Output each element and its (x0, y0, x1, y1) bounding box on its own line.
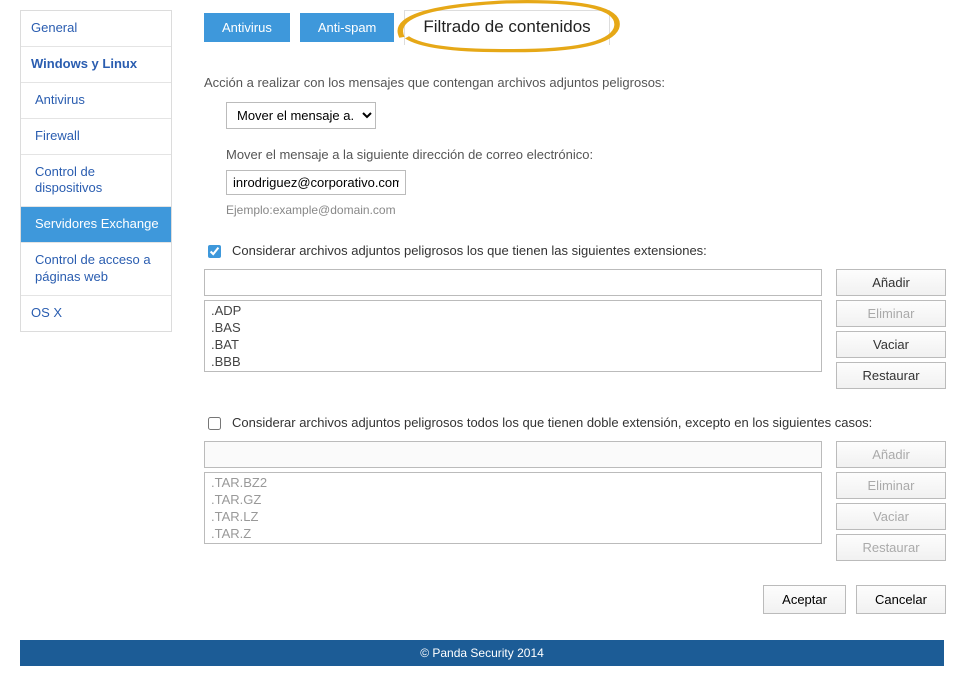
ext-clear-button[interactable]: Vaciar (836, 331, 946, 358)
list-item[interactable]: .BAT (211, 337, 815, 354)
sidebar-item-antivirus[interactable]: Antivirus (21, 83, 171, 119)
sidebar-item-firewall[interactable]: Firewall (21, 119, 171, 155)
double-ext-input[interactable] (204, 441, 822, 468)
tabs-row: Antivirus Anti-spam Filtrado de contenid… (204, 10, 946, 45)
sidebar: General Windows y Linux Antivirus Firewa… (20, 10, 172, 332)
sidebar-item-servidores-exchange[interactable]: Servidores Exchange (21, 207, 171, 243)
ext-add-button[interactable]: Añadir (836, 269, 946, 296)
dangerous-ext-checkbox[interactable] (208, 245, 221, 258)
cancel-button[interactable]: Cancelar (856, 585, 946, 614)
double-ext-label: Considerar archivos adjuntos peligrosos … (232, 415, 872, 430)
list-item[interactable]: .BBB (211, 354, 815, 371)
email-example-label: Ejemplo:example@domain.com (226, 203, 946, 217)
ext-list[interactable]: .ADP .BAS .BAT .BBB .CHM (204, 300, 822, 372)
list-item[interactable]: .ADP (211, 303, 815, 320)
double-ext-restore-button[interactable]: Restaurar (836, 534, 946, 561)
double-ext-checkbox[interactable] (208, 417, 221, 430)
sidebar-item-general[interactable]: General (21, 11, 171, 47)
sidebar-item-control-dispositivos[interactable]: Control de dispositivos (21, 155, 171, 208)
ext-input[interactable] (204, 269, 822, 296)
list-item: .TAR.GZ (211, 492, 815, 509)
double-ext-list[interactable]: .TAR.BZ2 .TAR.GZ .TAR.LZ .TAR.Z (204, 472, 822, 544)
accept-button[interactable]: Aceptar (763, 585, 846, 614)
list-item: .TAR.Z (211, 526, 815, 543)
list-item[interactable]: .BAS (211, 320, 815, 337)
double-ext-remove-button[interactable]: Eliminar (836, 472, 946, 499)
list-item[interactable]: .CHM (211, 371, 815, 372)
footer-copyright: © Panda Security 2014 (20, 640, 944, 666)
email-input[interactable] (226, 170, 406, 195)
move-email-label: Mover el mensaje a la siguiente direcció… (226, 147, 946, 162)
sidebar-item-control-acceso-web[interactable]: Control de acceso a páginas web (21, 243, 171, 296)
sidebar-item-windows-linux[interactable]: Windows y Linux (21, 47, 171, 83)
dangerous-ext-label: Considerar archivos adjuntos peligrosos … (232, 243, 707, 258)
double-ext-clear-button[interactable]: Vaciar (836, 503, 946, 530)
tab-antispam[interactable]: Anti-spam (300, 13, 395, 42)
ext-restore-button[interactable]: Restaurar (836, 362, 946, 389)
list-item: .TAR.BZ2 (211, 475, 815, 492)
tab-filtrado-contenidos[interactable]: Filtrado de contenidos (404, 10, 609, 45)
ext-remove-button[interactable]: Eliminar (836, 300, 946, 327)
action-select[interactable]: Mover el mensaje a... (226, 102, 376, 129)
tab-antivirus[interactable]: Antivirus (204, 13, 290, 42)
action-prompt-label: Acción a realizar con los mensajes que c… (204, 75, 946, 90)
list-item: .TAR.LZ (211, 509, 815, 526)
main-content: Antivirus Anti-spam Filtrado de contenid… (172, 0, 964, 640)
sidebar-item-osx[interactable]: OS X (21, 296, 171, 331)
double-ext-add-button[interactable]: Añadir (836, 441, 946, 468)
